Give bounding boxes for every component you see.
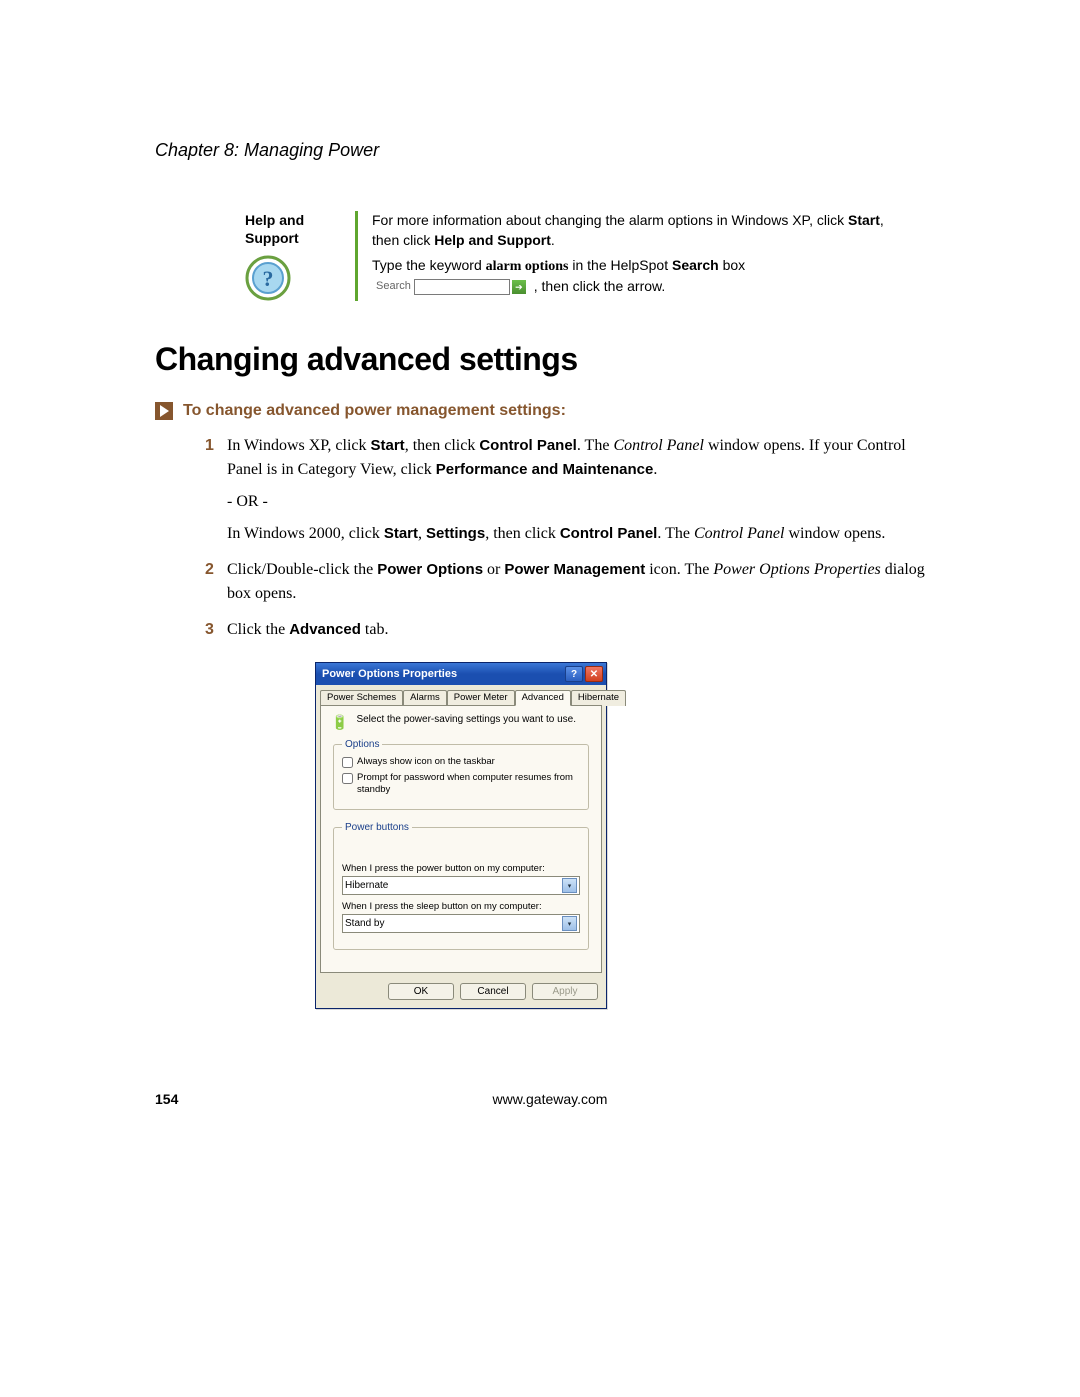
power-button-select[interactable]: Hibernate▾ <box>342 876 580 895</box>
dialog-titlebar: Power Options Properties ? ✕ <box>316 663 606 685</box>
helpspot-search-widget: Search ➔ <box>376 279 526 295</box>
help-body: For more information about changing the … <box>372 211 895 301</box>
tab-power-meter[interactable]: Power Meter <box>447 690 515 706</box>
search-label: Search <box>376 279 411 294</box>
chapter-header: Chapter 8: Managing Power <box>155 140 945 161</box>
search-input[interactable] <box>414 279 510 295</box>
help-and-support-callout: Help and Support ? For more information … <box>245 211 895 301</box>
section-heading: Changing advanced settings <box>155 341 945 378</box>
apply-button[interactable]: Apply <box>532 983 598 1000</box>
cancel-button[interactable]: Cancel <box>460 983 526 1000</box>
svg-text:?: ? <box>263 266 274 291</box>
checkbox-show-icon[interactable]: Always show icon on the taskbar <box>342 756 580 768</box>
footer-url: www.gateway.com <box>155 1091 945 1107</box>
power-buttons-legend: Power buttons <box>342 822 412 833</box>
help-label: Help and Support <box>245 211 345 247</box>
step-3: 3 Click the Advanced tab. <box>205 618 945 642</box>
tab-panel-advanced: 🔋 Select the power-saving settings you w… <box>320 705 602 973</box>
sleep-button-select[interactable]: Stand by▾ <box>342 914 580 933</box>
step-1: 1 In Windows XP, click Start, then click… <box>205 434 945 546</box>
close-icon[interactable]: ✕ <box>585 666 603 682</box>
dialog-button-row: OK Cancel Apply <box>316 977 606 1008</box>
options-group: Options Always show icon on the taskbar … <box>333 739 589 810</box>
power-options-dialog: Power Options Properties ? ✕ Power Schem… <box>315 662 607 1009</box>
checkbox-input[interactable] <box>342 757 353 768</box>
tab-power-schemes[interactable]: Power Schemes <box>320 690 403 706</box>
help-icon: ? <box>245 255 345 301</box>
or-separator: - OR - <box>227 490 945 514</box>
procedure-title: To change advanced power management sett… <box>183 402 566 420</box>
page-footer: 154 www.gateway.com <box>155 1091 945 1107</box>
panel-intro: Select the power-saving settings you wan… <box>356 714 576 725</box>
tab-alarms[interactable]: Alarms <box>403 690 447 706</box>
tab-strip: Power Schemes Alarms Power Meter Advance… <box>316 685 606 705</box>
ok-button[interactable]: OK <box>388 983 454 1000</box>
dialog-title: Power Options Properties <box>322 668 457 680</box>
battery-icon: 🔋 <box>331 714 348 731</box>
sleep-button-label: When I press the sleep button on my comp… <box>342 901 580 912</box>
chevron-down-icon: ▾ <box>562 916 577 931</box>
procedure-arrow-icon <box>155 402 173 420</box>
help-button-icon[interactable]: ? <box>565 666 583 682</box>
power-button-label: When I press the power button on my comp… <box>342 863 580 874</box>
chevron-down-icon: ▾ <box>562 878 577 893</box>
procedure-steps: 1 In Windows XP, click Start, then click… <box>205 434 945 642</box>
checkbox-prompt-password[interactable]: Prompt for password when computer resume… <box>342 772 580 797</box>
options-legend: Options <box>342 739 382 750</box>
tab-advanced[interactable]: Advanced <box>515 690 571 706</box>
step-2: 2 Click/Double-click the Power Options o… <box>205 558 945 606</box>
arrow-go-icon[interactable]: ➔ <box>512 280 526 294</box>
checkbox-input[interactable] <box>342 773 353 784</box>
tab-hibernate[interactable]: Hibernate <box>571 690 626 706</box>
power-buttons-group: Power buttons When I press the power but… <box>333 822 589 950</box>
